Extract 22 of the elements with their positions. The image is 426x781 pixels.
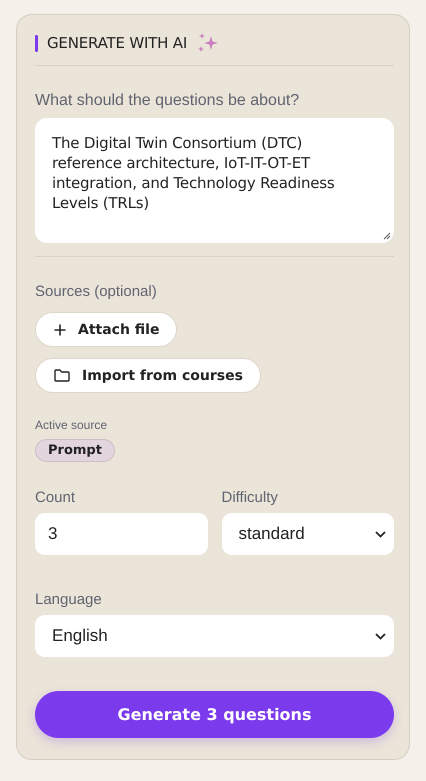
field-label: Language — [35, 591, 102, 608]
chevron-down-icon — [375, 530, 386, 538]
field-label: Difficulty — [222, 489, 278, 506]
resize-grip-icon — [383, 232, 391, 240]
topic-field[interactable]: The Digital Twin Consortium (DTC) reference architecture, IoT-IT-OT-ET integration, and Technology Readiness Levels (TRLs) — [35, 118, 394, 243]
chevron-down-icon — [375, 632, 386, 640]
field-label: Count — [35, 489, 76, 506]
count-field[interactable]: 3 — [35, 513, 208, 555]
import-button[interactable]: Import from courses — [35, 358, 261, 393]
accent-bar — [35, 34, 38, 52]
sparkles-icon — [197, 33, 220, 53]
source-chip: Prompt — [35, 439, 115, 462]
plus-icon — [54, 324, 66, 336]
generate-button[interactable]: Generate 3 questions — [35, 691, 394, 738]
folder-icon — [54, 369, 70, 382]
panel-title: GENERATE WITH AI — [47, 34, 188, 52]
field-label: What should the questions be about? — [35, 92, 300, 110]
language-dropdown[interactable]: English — [35, 615, 394, 657]
attach-file-button[interactable]: Attach file — [35, 312, 178, 347]
difficulty-dropdown[interactable]: standard — [222, 513, 394, 555]
field-label: Sources (optional) — [35, 283, 157, 300]
active-source-label: Active source — [35, 418, 108, 432]
